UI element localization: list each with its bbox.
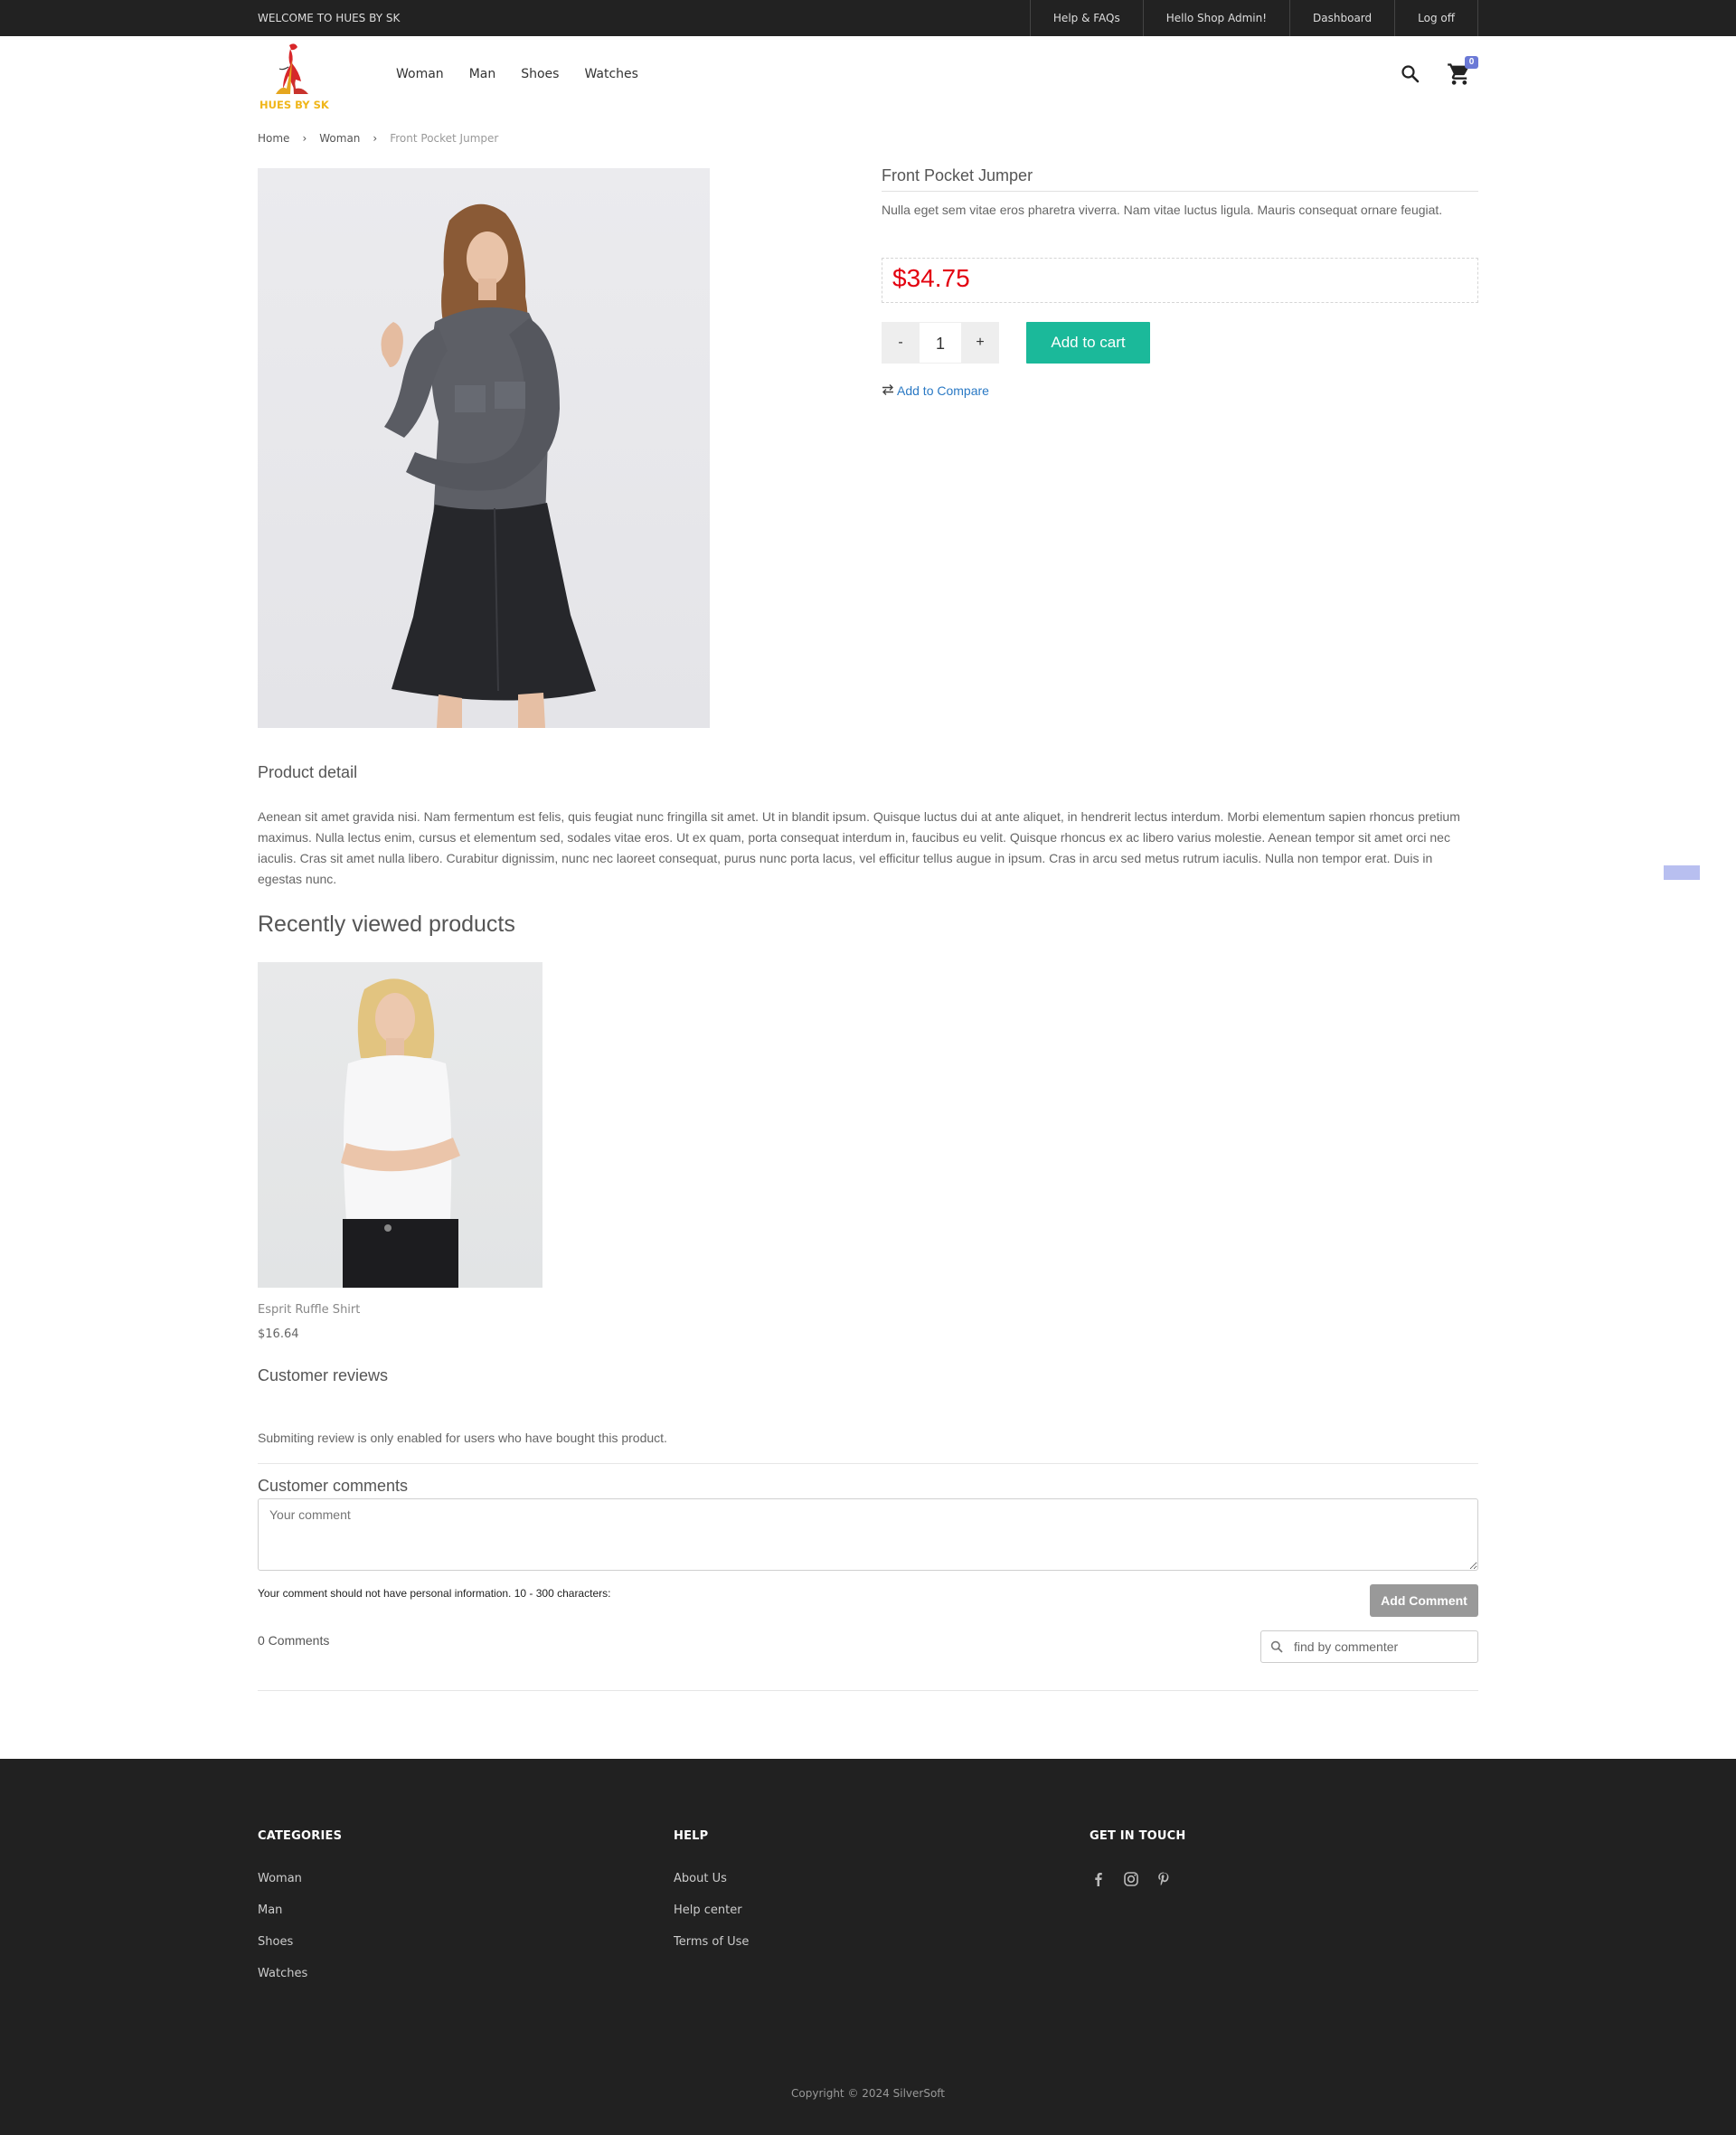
welcome-text: WELCOME TO HUES BY SK <box>258 12 401 24</box>
pinterest-icon[interactable] <box>1155 1870 1173 1888</box>
recent-product-name[interactable]: Esprit Ruffle Shirt <box>258 1303 360 1317</box>
recent-product-image[interactable] <box>258 962 542 1288</box>
cart-count-badge: 0 <box>1465 56 1478 69</box>
search-icon[interactable] <box>1400 63 1421 85</box>
search-icon <box>1270 1640 1283 1653</box>
main-nav: Woman Man Shoes Watches <box>396 36 638 112</box>
divider <box>258 1463 1478 1464</box>
breadcrumb-woman[interactable]: Woman <box>319 132 360 145</box>
footer-touch-heading: GET IN TOUCH <box>1090 1829 1186 1843</box>
topbar-links: Help & FAQs Hello Shop Admin! Dashboard … <box>1029 0 1478 36</box>
footer-link-help-center[interactable]: Help center <box>674 1902 749 1933</box>
site-footer: CATEGORIES Woman Man Shoes Watches HELP … <box>0 1759 1736 2135</box>
nav-watches[interactable]: Watches <box>584 67 638 81</box>
breadcrumb-current: Front Pocket Jumper <box>390 132 499 145</box>
footer-link-watches[interactable]: Watches <box>258 1965 342 1997</box>
nav-man[interactable]: Man <box>469 67 496 81</box>
footer-categories: CATEGORIES Woman Man Shoes Watches <box>258 1829 342 1997</box>
copyright: Copyright © 2024 SilverSoft <box>791 2087 945 2100</box>
instagram-icon[interactable] <box>1122 1870 1140 1888</box>
product-detail-heading: Product detail <box>258 763 358 781</box>
product-image[interactable] <box>258 168 710 728</box>
product-title: Front Pocket Jumper <box>882 166 1478 192</box>
facebook-icon[interactable] <box>1090 1870 1108 1888</box>
footer-categories-heading: CATEGORIES <box>258 1829 343 1843</box>
qty-input[interactable]: 1 <box>920 322 961 364</box>
customer-comments-heading: Customer comments <box>258 1477 409 1495</box>
footer-help: HELP About Us Help center Terms of Use <box>674 1829 749 1965</box>
add-comment-button[interactable]: Add Comment <box>1370 1584 1478 1617</box>
dashboard-link[interactable]: Dashboard <box>1290 0 1396 36</box>
recently-viewed-heading: Recently viewed products <box>258 912 515 937</box>
log-off-link[interactable]: Log off <box>1395 0 1478 36</box>
breadcrumb: Home › Woman › Front Pocket Jumper <box>258 132 498 145</box>
product-short-description: Nulla eget sem vitae eros pharetra viver… <box>882 203 1443 217</box>
footer-link-shoes[interactable]: Shoes <box>258 1933 342 1965</box>
chevron-right-icon: › <box>302 132 307 145</box>
add-to-compare-link[interactable]: Add to Compare <box>882 383 989 398</box>
account-greeting-link[interactable]: Hello Shop Admin! <box>1144 0 1291 36</box>
customer-reviews-heading: Customer reviews <box>258 1366 389 1384</box>
recent-product-price: $16.64 <box>258 1327 299 1341</box>
floating-side-tab[interactable] <box>1664 865 1700 880</box>
help-faqs-link[interactable]: Help & FAQs <box>1031 0 1144 36</box>
chevron-right-icon: › <box>373 132 378 145</box>
footer-link-about-us[interactable]: About Us <box>674 1870 749 1902</box>
find-by-commenter-input[interactable]: find by commenter <box>1294 1631 1398 1662</box>
site-header: HUES BY SK Woman Man Shoes Watches 0 <box>0 36 1736 118</box>
topbar: WELCOME TO HUES BY SK Help & FAQs Hello … <box>0 0 1736 36</box>
footer-get-in-touch: GET IN TOUCH <box>1090 1829 1185 1888</box>
footer-link-terms[interactable]: Terms of Use <box>674 1933 749 1965</box>
nav-woman[interactable]: Woman <box>396 67 444 81</box>
quantity-stepper: - 1 + <box>882 322 999 364</box>
qty-increase-button[interactable]: + <box>961 322 999 364</box>
product-price: $34.75 <box>892 264 970 292</box>
comment-count: 0 Comments <box>258 1633 330 1648</box>
footer-link-man[interactable]: Man <box>258 1902 342 1933</box>
divider <box>258 1690 1478 1691</box>
reviews-note: Submiting review is only enabled for use… <box>258 1431 667 1445</box>
svg-text:HUES BY SK: HUES BY SK <box>259 99 330 111</box>
qty-decrease-button[interactable]: - <box>882 322 920 364</box>
find-by-commenter-field[interactable]: find by commenter <box>1260 1630 1478 1663</box>
product-detail-text: Aenean sit amet gravida nisi. Nam fermen… <box>258 809 1460 886</box>
footer-link-woman[interactable]: Woman <box>258 1870 342 1902</box>
nav-shoes[interactable]: Shoes <box>521 67 559 81</box>
breadcrumb-home[interactable]: Home <box>258 132 289 145</box>
compare-label: Add to Compare <box>897 383 989 398</box>
comment-textarea[interactable] <box>258 1498 1478 1571</box>
logo[interactable]: HUES BY SK <box>258 40 334 116</box>
price-box: $34.75 <box>882 258 1478 303</box>
compare-arrows-icon <box>882 383 894 398</box>
comment-hint: Your comment should not have personal in… <box>258 1587 611 1600</box>
social-links <box>1090 1870 1185 1888</box>
footer-help-heading: HELP <box>674 1829 709 1843</box>
add-to-cart-button[interactable]: Add to cart <box>1026 322 1150 364</box>
